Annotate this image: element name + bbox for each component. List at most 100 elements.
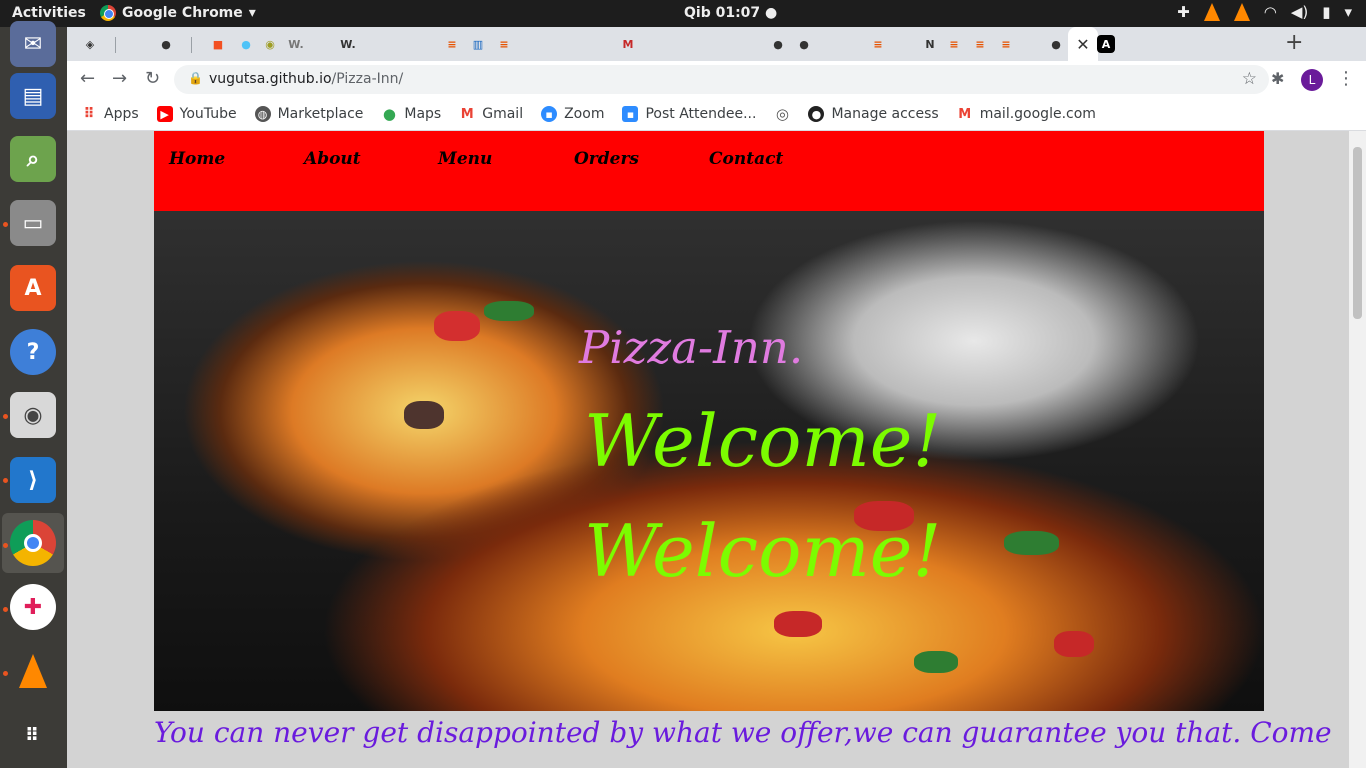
github-icon[interactable]: ● xyxy=(765,32,791,56)
pepper-topping xyxy=(434,311,480,341)
maps-pin-icon: ● xyxy=(382,105,396,123)
notion-icon[interactable]: N xyxy=(917,32,943,56)
gmail-icon: M xyxy=(460,106,474,122)
pepper-topping xyxy=(484,301,534,321)
stackoverflow-icon[interactable]: ≡ xyxy=(941,32,967,56)
pepper-topping xyxy=(914,651,958,673)
tab-favicon-5[interactable]: ◉ xyxy=(257,32,283,56)
url-path: /Pizza-Inn/ xyxy=(331,71,404,87)
bookmark-gmail[interactable]: M Gmail xyxy=(459,106,523,122)
running-indicator xyxy=(3,222,8,227)
new-tab-button[interactable]: + xyxy=(1285,30,1303,55)
stackoverflow-icon[interactable]: ≡ xyxy=(491,32,517,56)
vscode-icon[interactable]: ⟩ xyxy=(10,457,56,503)
bookmark-mail-google[interactable]: Mmail.google.com xyxy=(957,106,1096,122)
wifi-icon[interactable]: ◠ xyxy=(1264,3,1277,21)
tab-favicon-a[interactable]: A xyxy=(1097,35,1115,53)
globe-icon: ◍ xyxy=(254,106,271,122)
nav-menu[interactable]: Menu xyxy=(438,149,492,169)
image-viewer-icon[interactable]: ⌕ xyxy=(10,136,56,182)
bookmark-post-attendee[interactable]: ▪ Post Attendee... xyxy=(622,106,756,122)
github-icon[interactable]: ● xyxy=(791,32,817,56)
files-app-icon[interactable]: ▭ xyxy=(10,200,56,246)
welcome-heading: Welcome! xyxy=(584,399,942,483)
hero-pizza-image: Pizza-Inn. Welcome! Welcome! xyxy=(154,211,1264,711)
mail-app-icon[interactable]: ✉ xyxy=(10,21,56,67)
tagline: You can never get disappointed by what w… xyxy=(154,716,1332,749)
slack-tray-icon[interactable]: ✚ xyxy=(1177,3,1190,21)
welcome-heading-2: Welcome! xyxy=(584,509,942,593)
address-bar[interactable]: 🔒 vugutsa.github.io/Pizza-Inn/ ☆ xyxy=(174,65,1269,94)
speaker-app-icon[interactable]: ◉ xyxy=(10,392,56,438)
zoom-video-icon: ▪ xyxy=(622,106,639,122)
help-icon[interactable]: ? xyxy=(10,329,56,375)
github-icon: ● xyxy=(808,106,825,122)
running-indicator xyxy=(3,414,8,419)
scrollbar-thumb[interactable] xyxy=(1353,147,1362,319)
tab-favicon-1[interactable]: ◈ xyxy=(77,32,103,56)
circle-icon: ◎ xyxy=(775,105,790,123)
gmail-tab-icon[interactable]: M xyxy=(615,32,641,56)
app-menu[interactable]: Google Chrome ▾ xyxy=(100,5,256,21)
chrome-dock-icon[interactable] xyxy=(10,520,56,566)
nav-home[interactable]: Home xyxy=(169,149,225,169)
chrome-menu-icon[interactable]: ⋮ xyxy=(1337,68,1355,89)
stackoverflow-icon[interactable]: ≡ xyxy=(439,32,465,56)
nav-about[interactable]: About xyxy=(304,149,361,169)
github-icon[interactable]: ● xyxy=(1043,32,1069,56)
nav-orders[interactable]: Orders xyxy=(574,149,639,169)
bookmark-circle[interactable]: ◎ xyxy=(774,105,790,123)
stackoverflow-icon[interactable]: ≡ xyxy=(967,32,993,56)
system-tray[interactable]: ✚ ◠ ◀) ▮ ▾ xyxy=(1177,3,1352,21)
tab-favicon-9[interactable]: ▥ xyxy=(465,32,491,56)
dock: ✉ ▤ ⌕ ▭ A ? ◉ ⟩ ✚ ⠿ xyxy=(0,21,67,768)
running-indicator xyxy=(3,671,8,676)
tab-separator xyxy=(191,37,192,53)
stackoverflow-icon[interactable]: ≡ xyxy=(865,32,891,56)
tab-favicon-4[interactable]: ● xyxy=(233,32,259,56)
show-apps-icon[interactable]: ⠿ xyxy=(10,712,56,758)
stackoverflow-icon[interactable]: ≡ xyxy=(993,32,1019,56)
chevron-down-icon: ▾ xyxy=(248,5,256,21)
tab-favicon-6[interactable]: W. xyxy=(283,32,309,56)
profile-avatar[interactable]: L xyxy=(1301,69,1323,91)
writer-app-icon[interactable]: ▤ xyxy=(10,73,56,119)
extensions-puzzle-icon[interactable]: ✱ xyxy=(1271,69,1284,88)
close-icon[interactable]: ✕ xyxy=(1076,35,1089,54)
lock-icon[interactable]: 🔒 xyxy=(188,71,203,85)
bookmark-zoom[interactable]: ▪ Zoom xyxy=(541,106,604,122)
activities-button[interactable]: Activities xyxy=(12,5,86,21)
nav-contact[interactable]: Contact xyxy=(709,149,783,169)
pepper-topping xyxy=(774,611,822,637)
chrome-icon xyxy=(100,5,116,21)
site-navbar: Home About Menu Orders Contact xyxy=(154,131,1264,211)
bookmark-maps[interactable]: ● Maps xyxy=(381,105,441,123)
github-icon[interactable]: ● xyxy=(153,32,179,56)
bookmark-apps[interactable]: ⠿ Apps xyxy=(81,106,139,122)
pepper-topping xyxy=(1054,631,1094,657)
vlc-tray-icon[interactable] xyxy=(1203,3,1220,21)
running-indicator xyxy=(3,607,8,612)
clock[interactable]: Qib 01:07 ● xyxy=(684,5,777,21)
microsoft-icon[interactable]: ■ xyxy=(205,32,231,56)
slack-dock-icon[interactable]: ✚ xyxy=(10,584,56,630)
chevron-down-icon[interactable]: ▾ xyxy=(1344,3,1352,21)
active-tab[interactable]: ✕ xyxy=(1068,27,1098,61)
bookmark-manage-access[interactable]: ● Manage access xyxy=(808,106,939,122)
vlc-dock-icon[interactable] xyxy=(10,648,56,694)
bookmark-star-icon[interactable]: ☆ xyxy=(1242,69,1257,89)
pepper-topping xyxy=(1004,531,1059,555)
page-scrollbar[interactable] xyxy=(1349,131,1366,768)
bookmark-youtube[interactable]: ▶ YouTube xyxy=(156,106,237,122)
tab-favicon-7[interactable]: W. xyxy=(335,32,361,56)
forward-arrow-icon[interactable]: → xyxy=(112,68,127,89)
mushroom-topping xyxy=(404,401,444,429)
battery-icon[interactable]: ▮ xyxy=(1322,3,1330,21)
tab-strip: ◈ ● ■ ● ◉ W. W. ≡ ▥ ≡ M ● ● ≡ N ≡ ≡ ≡ ● … xyxy=(67,27,1366,61)
back-arrow-icon[interactable]: ← xyxy=(80,68,95,89)
reload-icon[interactable]: ↻ xyxy=(145,68,160,89)
vlc-tray-icon-2[interactable] xyxy=(1233,3,1250,21)
bookmark-marketplace[interactable]: ◍ Marketplace xyxy=(254,106,363,122)
volume-icon[interactable]: ◀) xyxy=(1291,3,1308,21)
software-center-icon[interactable]: A xyxy=(10,265,56,311)
